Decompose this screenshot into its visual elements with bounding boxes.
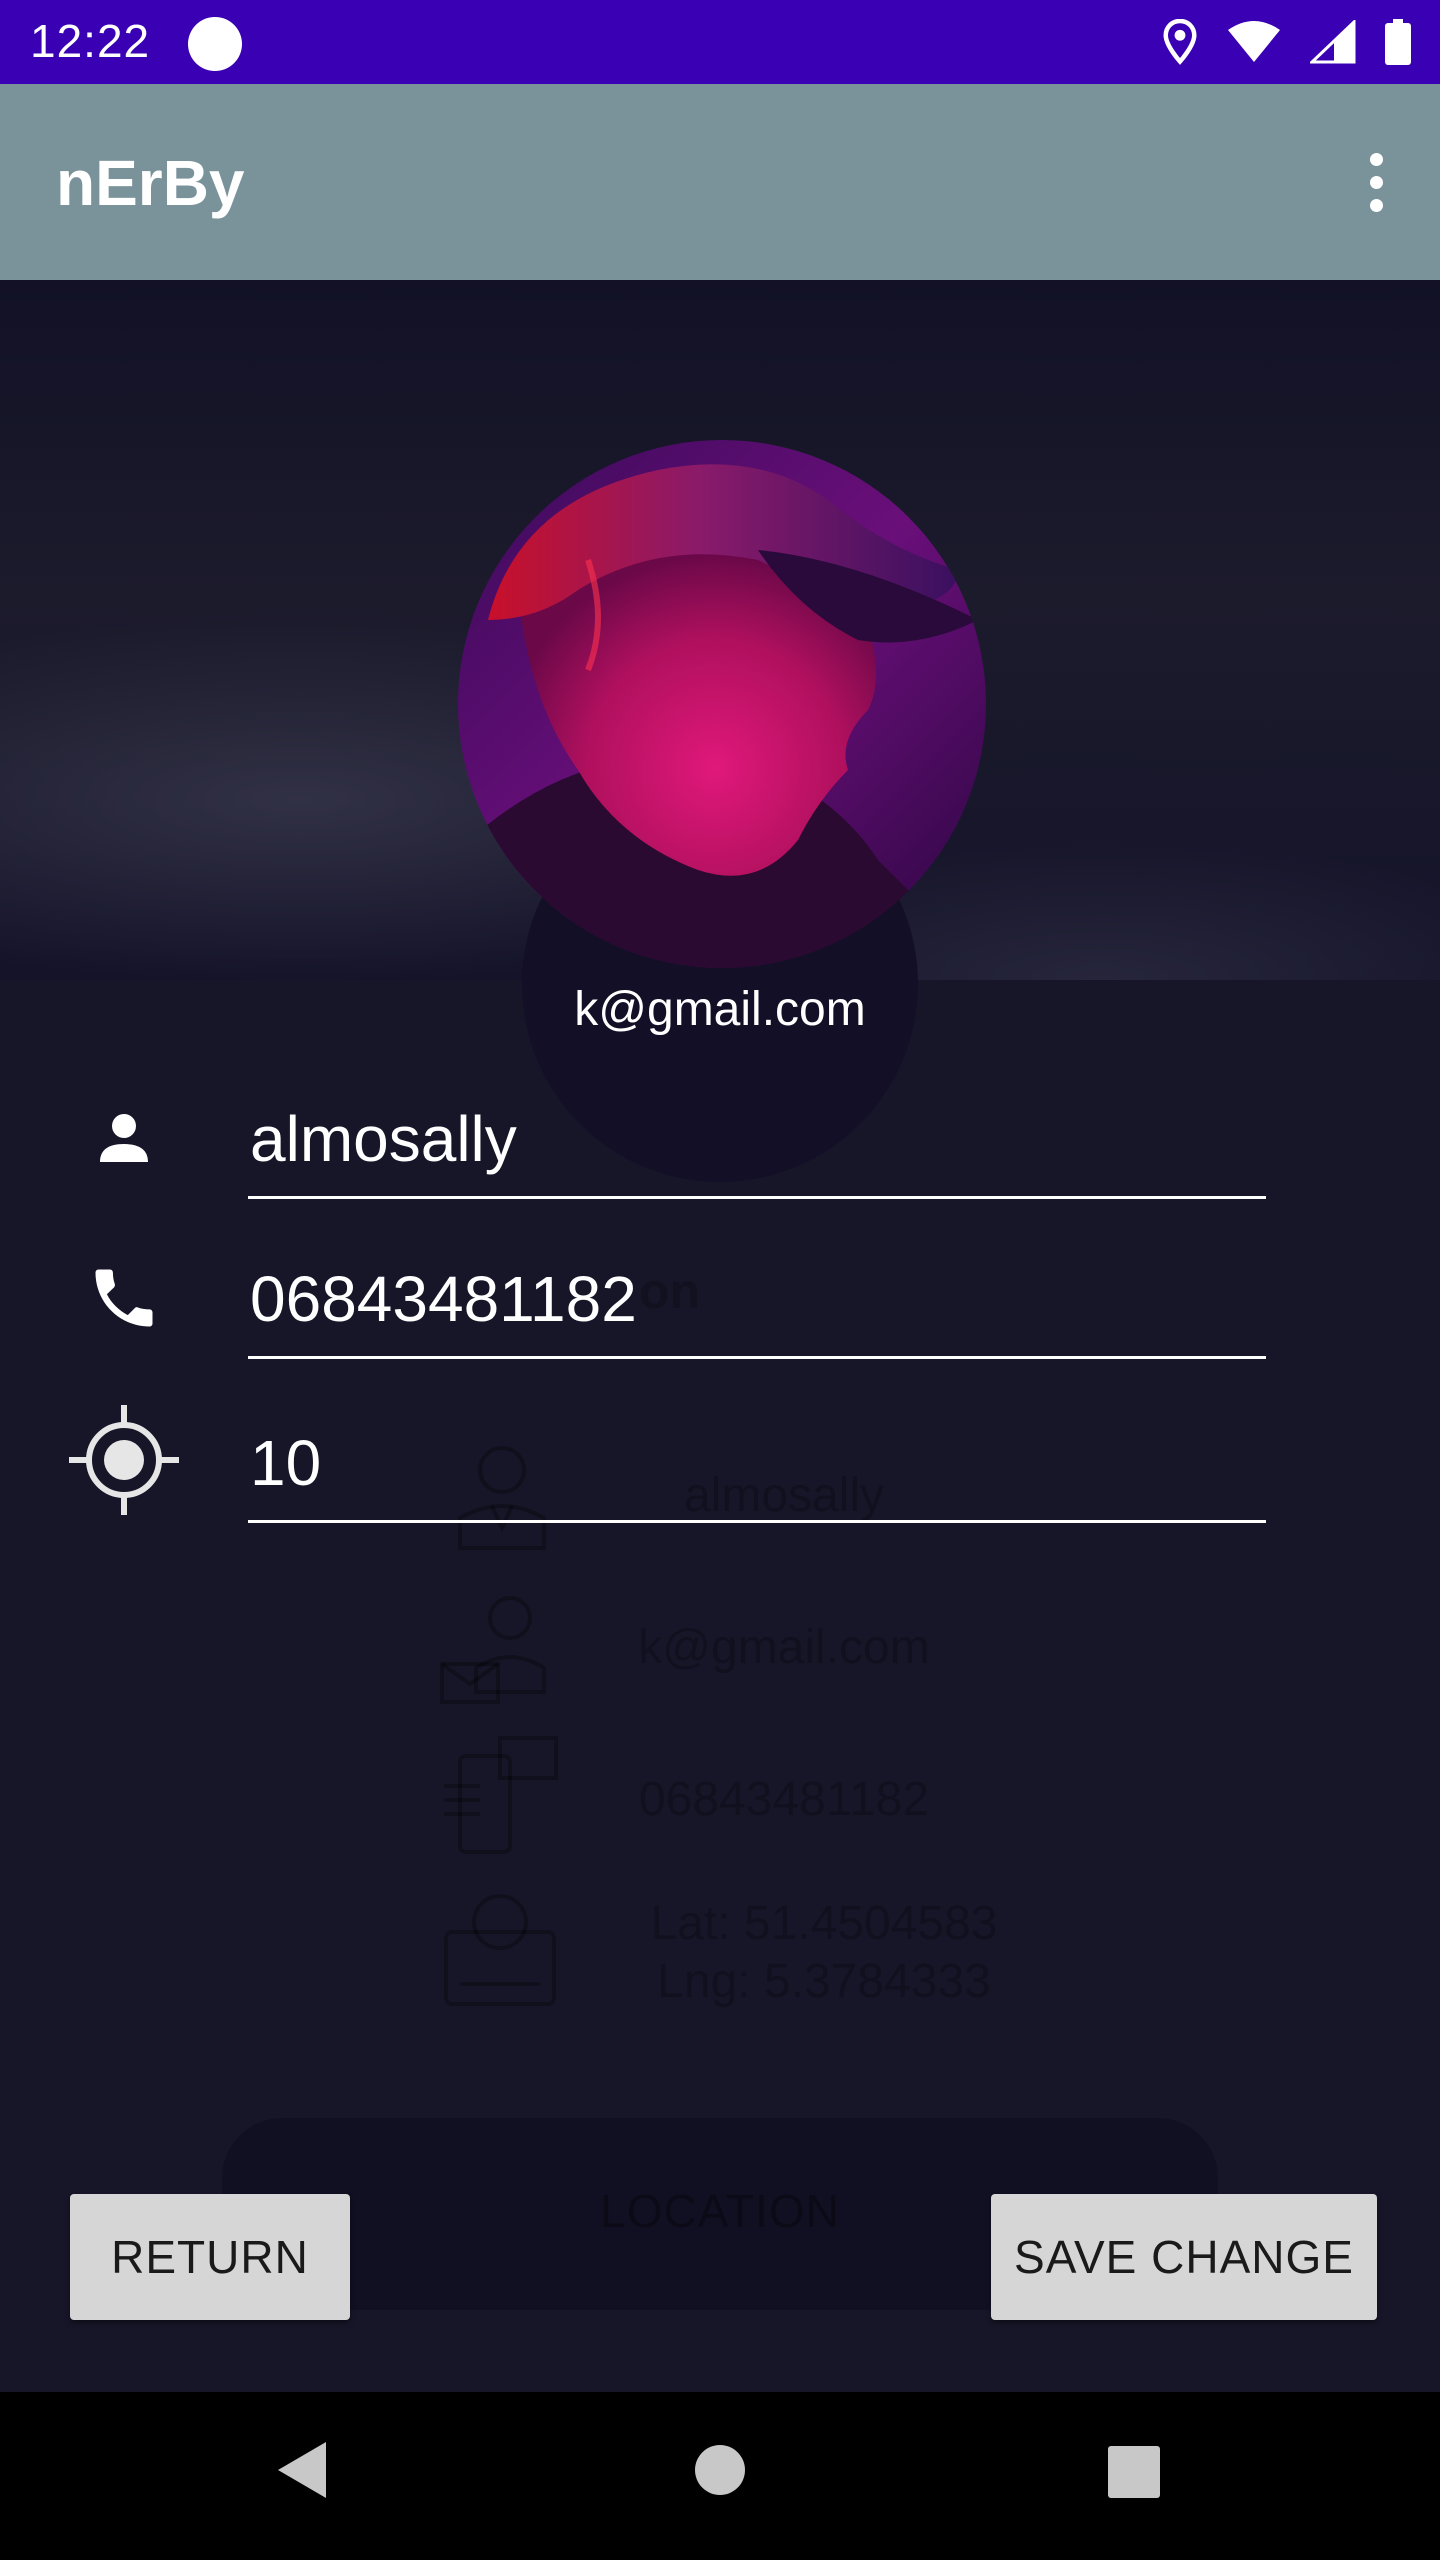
battery-icon: [1385, 19, 1411, 65]
overflow-menu-icon[interactable]: [1328, 134, 1424, 230]
phone-icon: [64, 1238, 184, 1358]
avatar[interactable]: [458, 440, 986, 968]
return-button[interactable]: RETURN: [70, 2194, 350, 2320]
home-icon[interactable]: [694, 2444, 746, 2496]
notification-dot-icon: [188, 17, 242, 71]
user-email-icon: [440, 1596, 546, 1704]
phone-chat-icon: [444, 1736, 558, 1854]
name-input[interactable]: [248, 1094, 1266, 1199]
background-email: k@gmail.com: [638, 1621, 930, 1674]
signal-icon: [1310, 20, 1356, 64]
pencil-icon[interactable]: [862, 836, 972, 946]
profile-email: k@gmail.com: [574, 983, 866, 1036]
status-bar: 12:22: [0, 0, 1440, 84]
phone-input[interactable]: [248, 1254, 1266, 1359]
radius-input[interactable]: [248, 1418, 1266, 1523]
app-bar: nErBy: [0, 84, 1440, 280]
background-lng: Lng: 5.3784333: [657, 1955, 991, 2008]
location-icon: [1163, 19, 1197, 65]
person-icon: [64, 1078, 184, 1198]
status-icons: [1162, 18, 1412, 66]
background-lat: Lat: 51.4504583: [650, 1897, 998, 1950]
recents-icon[interactable]: [1108, 2446, 1160, 2498]
back-icon[interactable]: [272, 2438, 332, 2502]
app-title: nErBy: [56, 147, 245, 219]
status-time: 12:22: [30, 15, 151, 67]
wifi-icon: [1228, 21, 1280, 62]
navigation-bar: [0, 2392, 1440, 2560]
background-phone: 06843481182: [638, 1773, 930, 1826]
gps-target-icon: [64, 1400, 184, 1520]
save-change-button[interactable]: SAVE CHANGE: [991, 2194, 1377, 2320]
location-map-icon: [444, 1894, 556, 2006]
